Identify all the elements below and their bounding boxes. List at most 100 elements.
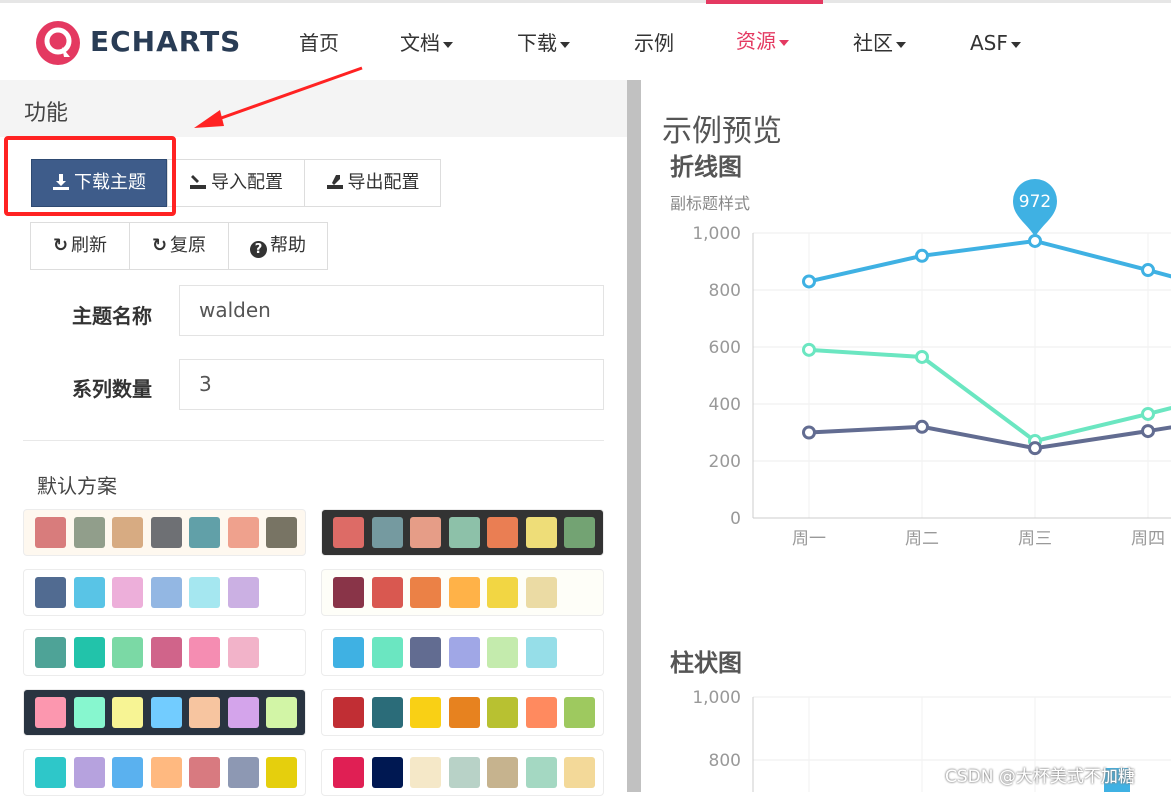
theme-option[interactable]: [23, 509, 306, 556]
series-count-label: 系列数量: [72, 377, 152, 401]
color-swatch: [564, 517, 595, 548]
theme-option[interactable]: [321, 509, 604, 556]
color-swatch: [73, 757, 105, 788]
data-point: [1141, 406, 1155, 421]
color-swatch: [150, 517, 182, 548]
help-button[interactable]: ? 帮助: [228, 222, 328, 270]
color-swatch: [487, 577, 518, 608]
help-icon: ?: [250, 241, 267, 258]
data-point: [1141, 263, 1155, 278]
nav-examples[interactable]: 示例: [634, 3, 674, 80]
theme-option[interactable]: [23, 749, 306, 796]
color-swatch: [333, 517, 364, 548]
color-swatch: [112, 637, 143, 668]
color-swatch: [564, 757, 595, 788]
nav-asf-label: ASF: [970, 31, 1008, 55]
color-swatch: [410, 517, 441, 548]
color-swatch: [448, 637, 480, 668]
nav-community[interactable]: 社区: [853, 3, 906, 80]
refresh-button[interactable]: ↻ 刷新: [30, 222, 130, 270]
data-point: [1028, 233, 1042, 248]
color-swatch: [112, 697, 143, 728]
color-swatch: [371, 577, 403, 608]
data-point: [915, 419, 929, 434]
reset-button[interactable]: ↻ 复原: [129, 222, 229, 270]
y-tick-label: 1,000: [692, 224, 741, 244]
line-chart: 0 200 400 600 800 1,000 周一 周二 周三 周四 972: [692, 178, 1171, 549]
color-swatch: [189, 637, 220, 668]
color-swatch: [487, 697, 518, 728]
color-swatch: [73, 577, 105, 608]
import-config-button[interactable]: 导入配置: [167, 159, 305, 207]
theme-option[interactable]: [321, 749, 604, 796]
theme-option[interactable]: [23, 629, 306, 676]
color-swatch: [525, 637, 557, 668]
color-swatch: [150, 637, 182, 668]
x-tick-label: 周一: [792, 529, 826, 549]
color-swatch: [150, 697, 182, 728]
color-swatch: [525, 517, 557, 548]
data-point: [1141, 424, 1155, 439]
color-swatch: [410, 697, 441, 728]
export-config-button[interactable]: 导出配置: [304, 159, 441, 207]
y-tick-label: 800: [709, 281, 741, 301]
import-icon: [190, 175, 206, 189]
mark-point-label: 972: [1019, 192, 1051, 212]
series-line: [808, 424, 1171, 451]
bar-chart-title: 柱状图: [670, 649, 742, 677]
color-swatch: [448, 517, 480, 548]
color-swatch: [487, 517, 518, 548]
color-swatch: [150, 577, 182, 608]
y-tick-label: 1,000: [692, 688, 741, 708]
color-swatch: [73, 517, 105, 548]
y-tick-label: 200: [709, 452, 741, 472]
series-count-input[interactable]: 3: [179, 359, 604, 410]
export-config-label: 导出配置: [347, 172, 420, 193]
color-swatch: [227, 517, 259, 548]
color-swatch: [333, 697, 364, 728]
logo-text: ECHARTS: [90, 25, 242, 58]
y-tick-label: 400: [709, 395, 741, 415]
color-swatch: [564, 697, 595, 728]
theme-option[interactable]: [23, 689, 306, 736]
color-swatch: [333, 577, 364, 608]
color-swatch: [35, 637, 66, 668]
series-line: [808, 238, 1171, 284]
color-swatch: [266, 757, 297, 788]
color-swatch: [448, 577, 480, 608]
nav-asf[interactable]: ASF: [970, 3, 1021, 80]
color-swatch: [487, 637, 518, 668]
color-swatch: [35, 697, 66, 728]
color-swatch: [448, 757, 480, 788]
series-line: [808, 347, 1171, 444]
nav-resources[interactable]: 资源: [706, 0, 823, 80]
caret-down-icon: [1010, 41, 1021, 48]
theme-option[interactable]: [321, 629, 604, 676]
color-swatch: [333, 637, 364, 668]
reset-label: 复原: [170, 235, 207, 256]
theme-option[interactable]: [321, 689, 604, 736]
nav-community-label: 社区: [853, 31, 893, 55]
echarts-logo-icon: [36, 21, 80, 65]
theme-name-label: 主题名称: [72, 304, 152, 328]
caret-down-icon: [779, 39, 789, 46]
highlight-annotation-box: [4, 136, 176, 216]
color-swatch: [35, 757, 66, 788]
data-point: [915, 248, 929, 263]
color-swatch: [266, 517, 297, 548]
nav-examples-label: 示例: [634, 31, 674, 55]
color-swatch: [371, 697, 403, 728]
theme-option[interactable]: [23, 569, 306, 616]
color-swatch: [35, 517, 66, 548]
default-schemes-title: 默认方案: [37, 474, 117, 498]
refresh-icon: ↻: [52, 235, 69, 256]
theme-name-input[interactable]: walden: [179, 285, 604, 336]
nav-docs[interactable]: 文档: [400, 3, 453, 80]
scrollbar[interactable]: [627, 80, 641, 792]
y-tick-label: 0: [730, 509, 741, 529]
color-swatch: [371, 757, 403, 788]
nav-download[interactable]: 下载: [517, 3, 570, 80]
color-swatch: [410, 637, 441, 668]
watermark: CSDN @大杯美式不加糖: [945, 767, 1135, 787]
theme-option[interactable]: [321, 569, 604, 616]
